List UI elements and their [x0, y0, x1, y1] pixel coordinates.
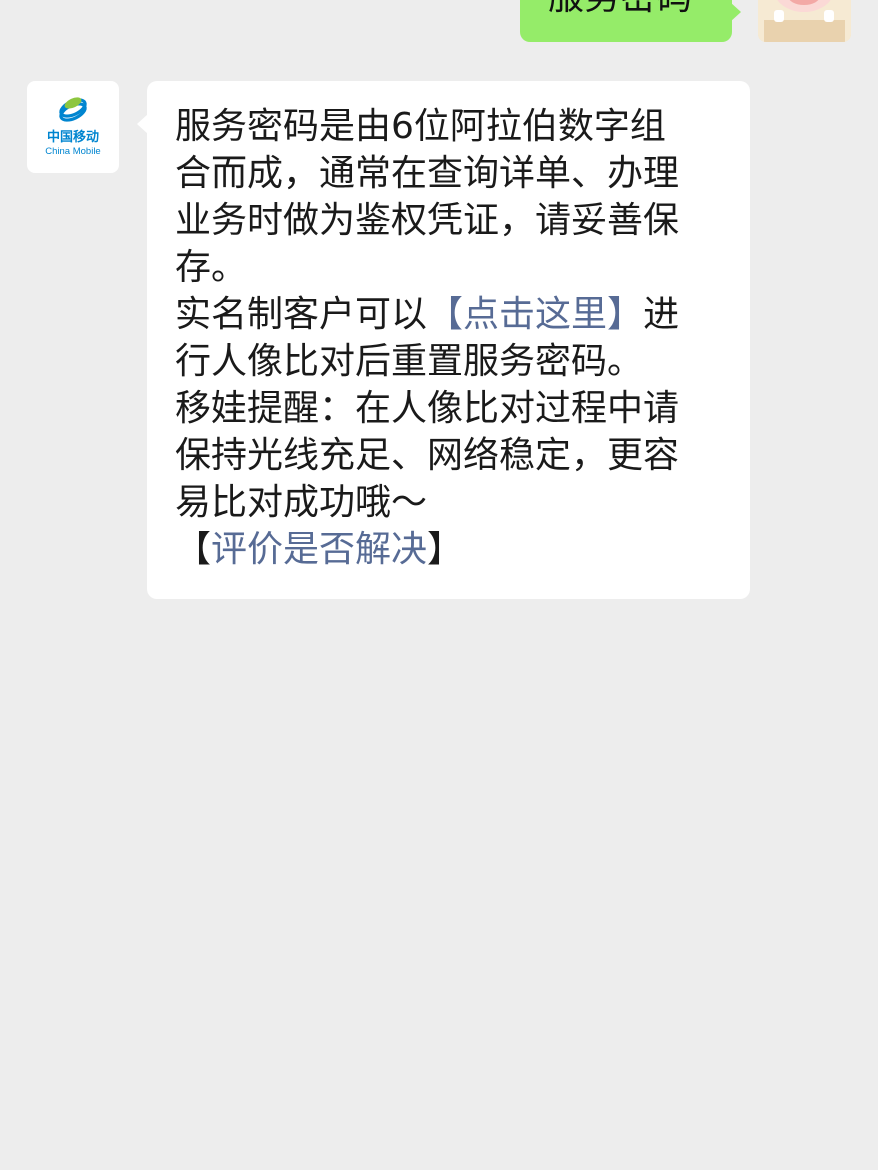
tip-line: 易比对成功哦～ [175, 482, 428, 523]
feedback-bracket-close: 】 [427, 529, 464, 570]
chat-view: 服务密码 中国移动 China Mobile 服务密码是由6位阿拉 [0, 0, 878, 1170]
rate-resolution-link[interactable]: 评价是否解决 [211, 529, 427, 570]
reset-password-line: 实名制客户可以【点击这里】进 [175, 291, 723, 338]
message-line: 业务时做为鉴权凭证，请妥善保 [175, 200, 680, 241]
incoming-message-text: 服务密码是由6位阿拉伯数字组 合而成，通常在查询详单、办理 业务时做为鉴权凭证，… [175, 103, 723, 573]
user-avatar[interactable] [758, 0, 851, 42]
china-mobile-logo-cn: 中国移动 [47, 129, 99, 144]
reset-suffix: 进 [643, 294, 680, 335]
incoming-message-bubble[interactable]: 服务密码是由6位阿拉伯数字组 合而成，通常在查询详单、办理 业务时做为鉴权凭证，… [147, 81, 750, 599]
message-line: 行人像比对后重置服务密码。 [175, 341, 644, 382]
outgoing-bubble-tail [730, 2, 741, 22]
tip-line: 保持光线充足、网络稳定，更容 [175, 435, 680, 476]
outgoing-message-text: 服务密码 [548, 0, 692, 16]
click-here-link-close: 】 [607, 294, 644, 335]
click-here-link-text: 点击这里 [463, 294, 608, 335]
outgoing-message-bubble[interactable]: 服务密码 [520, 0, 732, 42]
click-here-link-open: 【 [427, 294, 464, 335]
message-line: 服务密码是由6位阿拉伯数字组 [175, 106, 666, 147]
user-avatar-image [758, 0, 851, 42]
china-mobile-logo-icon: 中国移动 China Mobile [45, 97, 101, 157]
feedback-line: 【评价是否解决】 [175, 526, 723, 573]
message-line: 存。 [175, 247, 248, 288]
china-mobile-avatar[interactable]: 中国移动 China Mobile [27, 81, 119, 173]
message-line: 合而成，通常在查询详单、办理 [175, 153, 680, 194]
click-here-link[interactable]: 【点击这里】 [427, 294, 643, 335]
reset-prefix: 实名制客户可以 [175, 294, 428, 335]
feedback-bracket-open: 【 [175, 529, 212, 570]
china-mobile-logo-en: China Mobile [45, 146, 100, 157]
tip-line: 移娃提醒：在人像比对过程中请 [175, 388, 680, 429]
